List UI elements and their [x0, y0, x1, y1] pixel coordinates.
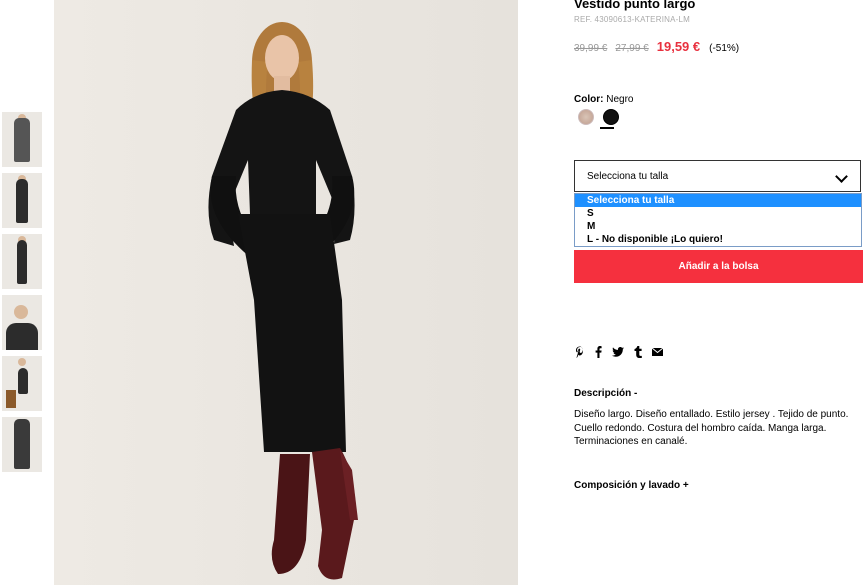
- thumbnail-6[interactable]: [2, 417, 42, 472]
- email-icon[interactable]: [652, 348, 663, 356]
- color-label: Color: Negro: [574, 94, 633, 105]
- thumbnail-1[interactable]: [2, 112, 42, 167]
- facebook-icon[interactable]: [595, 346, 602, 358]
- size-select[interactable]: Selecciona tu talla: [574, 160, 861, 192]
- size-option-s[interactable]: S: [575, 207, 861, 220]
- product-photo: [54, 0, 518, 585]
- black-swatch[interactable]: [603, 109, 619, 125]
- original-price: 39,99 €: [574, 43, 608, 54]
- sale-price: 19,59 €: [656, 39, 701, 54]
- thumbnail-5[interactable]: [2, 356, 42, 411]
- thumbnail-4[interactable]: [2, 295, 42, 350]
- thumbnail-2[interactable]: [2, 173, 42, 228]
- size-option-placeholder[interactable]: Selecciona tu talla: [575, 194, 861, 207]
- selected-swatch-indicator: [600, 127, 614, 129]
- product-reference: REF. 43090613-KATERINA-LM: [574, 15, 691, 24]
- price-row: 39,99 € 27,99 € 19,59 € (-51%): [574, 39, 739, 54]
- product-title: Vestido punto largo: [574, 0, 696, 11]
- previous-price: 27,99 €: [615, 43, 649, 54]
- color-swatches: [578, 109, 619, 125]
- size-option-l[interactable]: L - No disponible ¡Lo quiero!: [575, 233, 861, 246]
- composition-heading[interactable]: Composición y lavado +: [574, 480, 689, 491]
- beige-swatch[interactable]: [578, 109, 594, 125]
- description-heading[interactable]: Descripción -: [574, 388, 637, 399]
- discount-percent: (-51%): [709, 43, 740, 54]
- pinterest-icon[interactable]: [575, 346, 585, 358]
- size-option-m[interactable]: M: [575, 220, 861, 233]
- description-text: Diseño largo. Diseño entallado. Estilo j…: [574, 409, 849, 447]
- size-select-value: Selecciona tu talla: [587, 170, 669, 182]
- thumbnail-3[interactable]: [2, 234, 42, 289]
- size-dropdown: Selecciona tu talla S M L - No disponibl…: [574, 193, 862, 247]
- thumbnail-strip: [2, 112, 43, 478]
- share-icons: [575, 346, 663, 358]
- color-value: Negro: [606, 94, 634, 105]
- chevron-down-icon: [835, 170, 848, 183]
- color-title: Color:: [574, 94, 604, 105]
- model-illustration: [208, 22, 358, 580]
- tumblr-icon[interactable]: [634, 346, 642, 358]
- add-to-bag-button[interactable]: Añadir a la bolsa: [574, 250, 863, 283]
- twitter-icon[interactable]: [612, 347, 624, 357]
